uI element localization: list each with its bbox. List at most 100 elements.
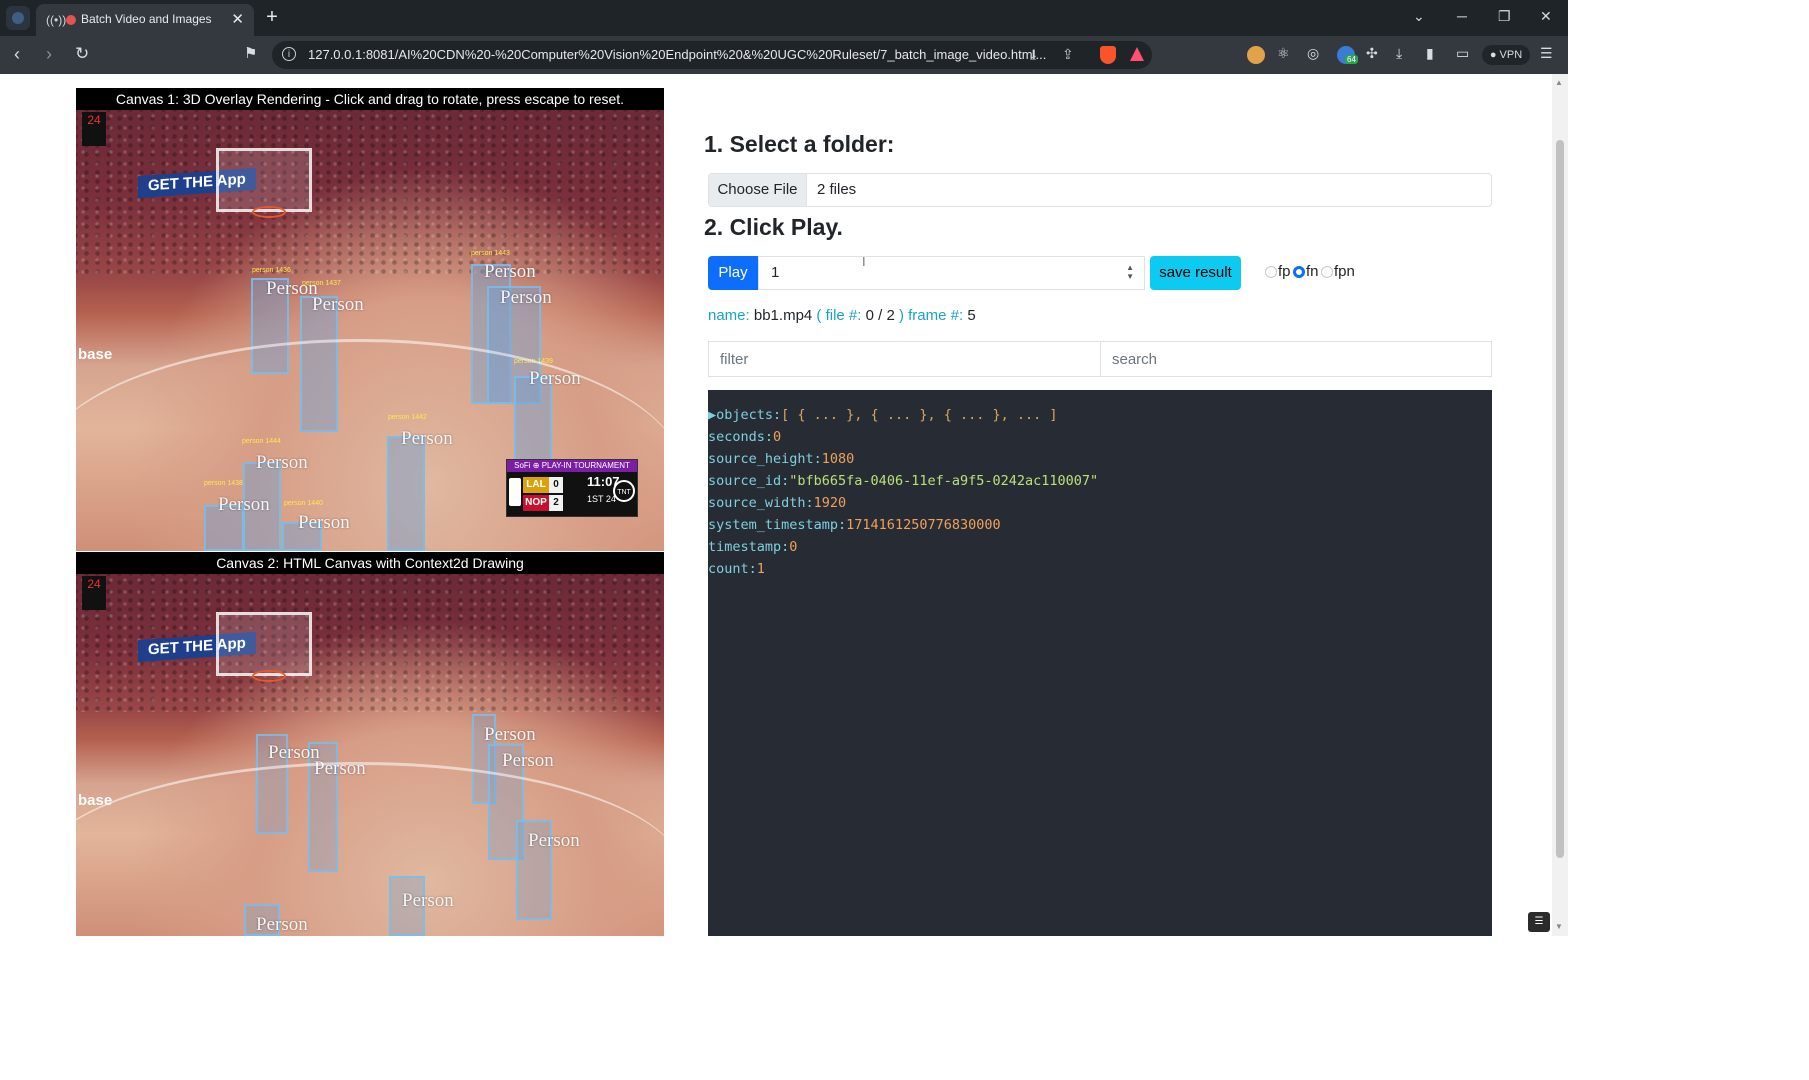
json-collapsed-array[interactable]: [ { ... }, { ... }, { ... }, ... ] [781,407,1057,423]
json-key[interactable]: ▶objects: [708,407,781,423]
react-extension-icon[interactable]: ⚛ [1277,45,1290,62]
new-tab-button[interactable]: + [260,6,284,30]
detection-label: Person [528,830,580,851]
basketball-rim [252,670,286,682]
radio-fp-label: fp [1278,263,1291,280]
json-value: 0 [789,539,798,555]
json-row: seconds:0 [708,429,781,445]
canvas-2-frame[interactable]: 24 GET THE App base Person Person Person… [76,574,664,936]
close-tab-icon[interactable]: ✕ [231,10,244,28]
close-window-icon[interactable]: ✕ [1540,8,1552,25]
canvas-2[interactable]: Canvas 2: HTML Canvas with Context2d Dra… [76,552,664,936]
detection-label: Person [268,742,320,763]
extensions-puzzle-icon[interactable]: ✣ [1366,45,1378,62]
detection-box [204,505,244,551]
team-name: LAL [523,477,549,493]
canvas-1[interactable]: Canvas 1: 3D Overlay Rendering - Click a… [76,88,664,551]
detection-label: Person [484,261,536,282]
back-icon[interactable]: ‹ [14,44,20,64]
name-key: name: [708,307,750,324]
json-row: source_width:1920 [708,495,846,511]
vpn-label: VPN [1499,49,1523,61]
folder-file-input[interactable]: Choose File 2 files [708,173,1492,207]
json-row: source_id:"bfb665fa-0406-11ef-a9f5-0242a… [708,473,1098,489]
scroll-up-icon[interactable]: ▲ [1555,78,1563,87]
panel-toggle-icon[interactable]: ☰ [1528,912,1550,932]
recording-indicator-icon [66,15,76,25]
json-key: system_timestamp: [708,517,847,533]
play-button[interactable]: Play [708,256,758,290]
name-value: bb1.mp4 [753,307,813,324]
search-input[interactable] [1101,342,1491,376]
json-value: "bfb665fa-0406-11ef-a9f5-0242ac110007" [789,473,1099,489]
brave-shields-icon[interactable] [1100,46,1116,64]
page-scrollbar[interactable]: ▲ ▼ [1552,74,1568,936]
step-1-heading: 1. Select a folder: [704,131,895,157]
save-result-button[interactable]: save result [1150,256,1241,290]
detection-tag: person 1443 [471,250,510,257]
json-objects-row[interactable]: ▶objects:[ { ... }, { ... }, { ... }, ..… [708,407,1058,423]
scoreboard-header: SoFi ⊕ PLAY-IN TOURNAMENT [507,460,637,472]
restore-icon[interactable]: ❐ [1498,8,1511,25]
json-key: source_id: [708,473,790,489]
tab-title: Batch Video and Images [81,12,212,26]
file-input-value: 2 files [817,181,857,198]
scroll-down-icon[interactable]: ▼ [1555,922,1563,931]
target-extension-icon[interactable]: ◎ [1307,45,1319,62]
radio-fp[interactable] [1265,266,1277,278]
share-icon[interactable]: ⇪ [1062,46,1074,63]
choose-file-button[interactable]: Choose File [709,174,807,206]
detection-box [243,462,281,551]
detection-label: Person [502,750,554,771]
detection-label: Person [484,724,536,745]
detection-box [244,904,280,936]
json-viewer[interactable]: ▶objects:[ { ... }, { ... }, { ... }, ..… [708,390,1492,936]
cookie-extension-icon[interactable] [1247,46,1265,64]
url-text[interactable]: 127.0.0.1:8081/AI%20CDN%20-%20Computer%2… [308,47,1046,62]
backboard [216,612,312,676]
frame-step-input[interactable]: 1 ▲ ▼ [758,256,1145,290]
radio-fn[interactable] [1293,266,1305,278]
canvas-1-frame[interactable]: 24 GET THE App base person 1436 person 1… [76,110,664,551]
reload-icon[interactable]: ↻ [75,44,89,64]
number-spinner-icon[interactable]: ▲ ▼ [1126,263,1134,281]
filter-field[interactable] [708,341,1101,377]
site-info-icon[interactable]: i [282,47,296,61]
vpn-button[interactable]: ● VPN [1482,45,1530,65]
download-icon[interactable]: ⤓ [1030,46,1036,63]
json-value: 1920 [813,495,847,511]
address-bar[interactable]: i 127.0.0.1:8081/AI%20CDN%20-%20Computer… [272,41,1152,69]
scoreboard: SoFi ⊕ PLAY-IN TOURNAMENT LAL 0 NOP 2 11:0… [506,459,638,517]
downloads-icon[interactable]: ⤓ [1396,45,1402,62]
extension-badge-icon[interactable]: 64 [1337,46,1358,64]
file-value: 0 / 2 [865,307,895,324]
frame-value: 5 [967,307,976,324]
scoreboard-row: NOP 2 [523,495,583,511]
search-field[interactable] [1100,341,1492,377]
browser-tab[interactable]: ((•)) Batch Video and Images ✕ [36,4,254,36]
forward-icon[interactable]: › [46,44,52,64]
extension-badge-count: 64 [1345,55,1358,64]
browser-menu-icon[interactable] [6,6,30,30]
tab-search-icon[interactable]: ⌄ [1413,8,1425,25]
menu-hamburger-icon[interactable]: ☰ [1540,45,1553,62]
minimize-icon[interactable]: ─ [1457,8,1467,24]
sidebar-icon[interactable]: ▮ [1426,45,1434,62]
brave-rewards-icon[interactable] [1130,47,1144,61]
json-row: timestamp:0 [708,539,797,555]
game-clock: 11:07 [587,474,620,489]
detection-label: Person [256,452,308,473]
filter-input[interactable] [709,342,1100,376]
canvas-2-caption: Canvas 2: HTML Canvas with Context2d Dra… [76,552,664,574]
detection-tag: person 1438 [204,480,243,487]
scrollbar-thumb[interactable] [1556,140,1564,858]
detection-label: Person [500,287,552,308]
detection-box [300,296,338,432]
wallet-icon[interactable]: ▭ [1456,45,1469,62]
radio-fpn[interactable] [1321,266,1333,278]
json-row: count:1 [708,561,765,577]
bookmark-icon[interactable]: ⚑ [244,44,257,64]
detection-label: Person [401,428,453,449]
tnt-logo-icon: TNT [613,480,635,502]
json-value: 0 [773,429,782,445]
